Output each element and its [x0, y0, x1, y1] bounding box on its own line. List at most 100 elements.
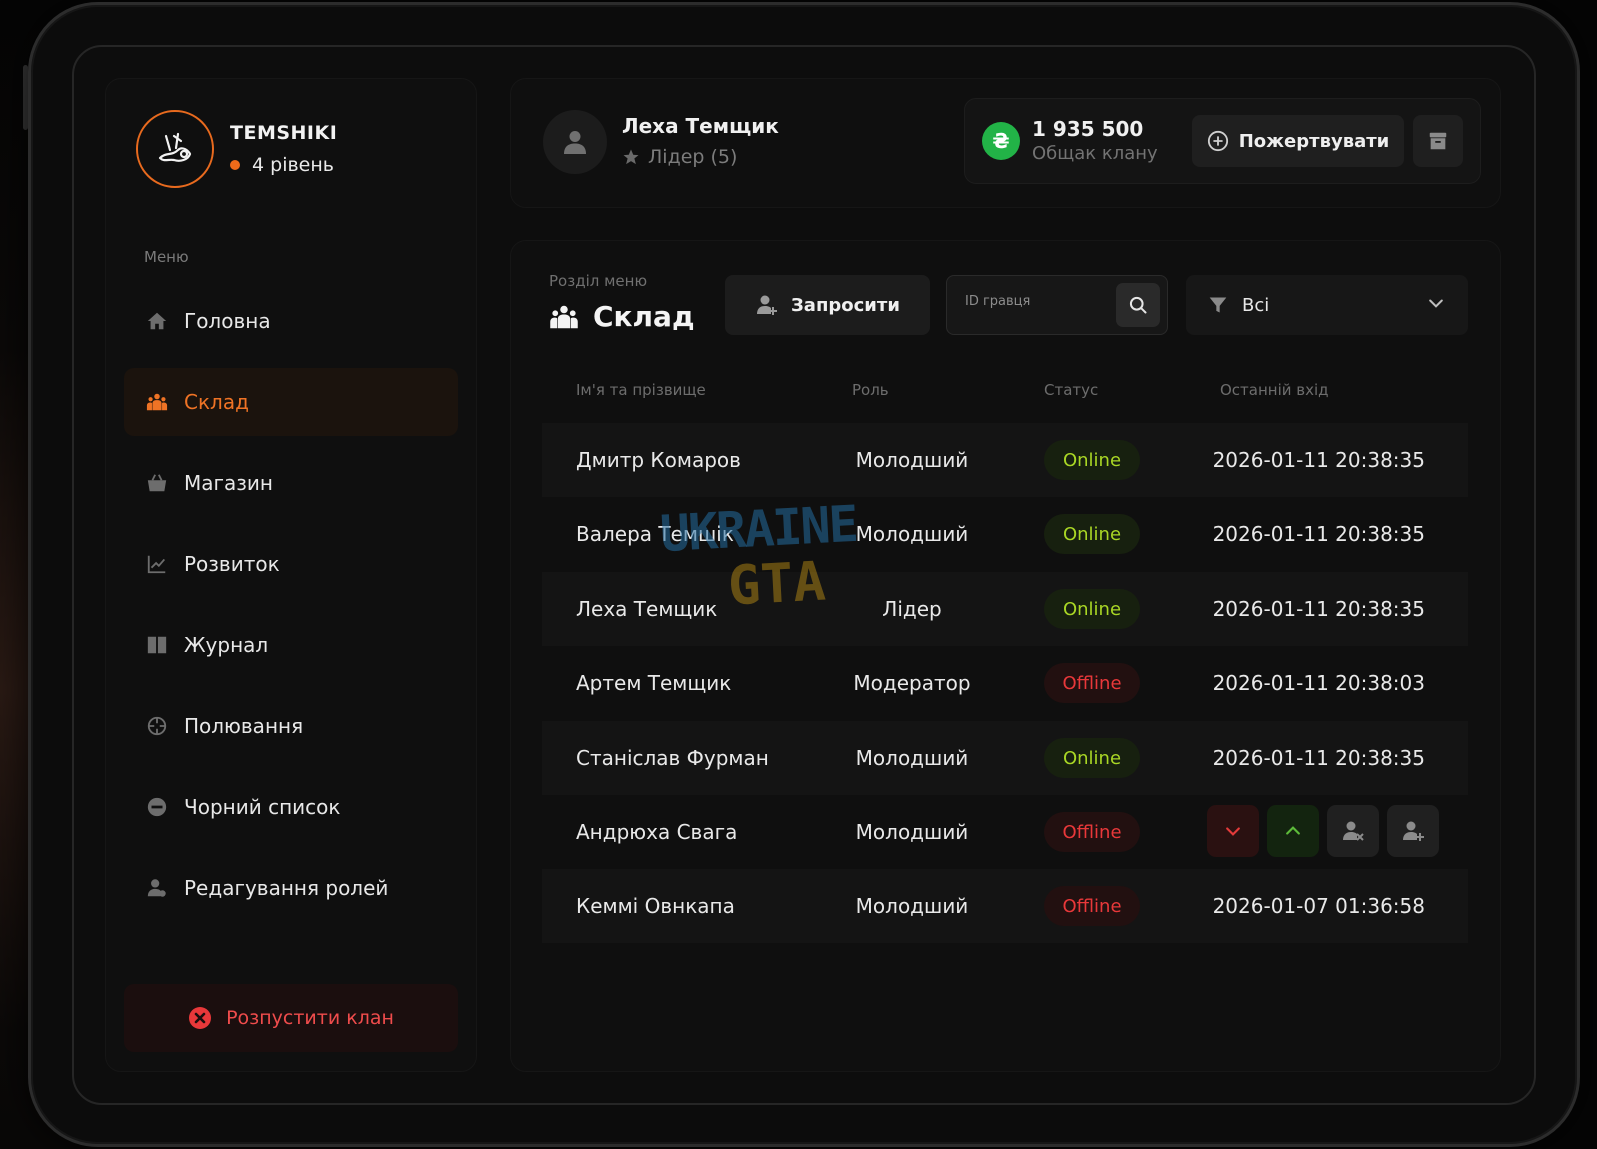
member-name: Андрюха Свага [576, 820, 738, 844]
member-name: Валера Темшік [576, 522, 734, 546]
sidebar-item-roles[interactable]: Редагування ролей [124, 854, 458, 922]
sidebar-item-label: Головна [184, 309, 271, 333]
page-title-text: Склад [593, 300, 695, 333]
member-role: Молодший [855, 894, 969, 918]
sidebar-item-warehouse[interactable]: Склад [124, 368, 458, 436]
sidebar-item-label: Розвиток [184, 552, 280, 576]
last-login: 2026-01-11 20:38:35 [1212, 597, 1425, 621]
page-title: Склад [549, 300, 695, 333]
kick-member-button[interactable] [1327, 805, 1379, 857]
star-icon [623, 149, 639, 165]
member-role: Молодший [855, 746, 969, 770]
plus-circle-icon [1207, 130, 1228, 152]
member-role: Лідер [882, 597, 942, 621]
member-name: Кеммі Овнкапа [576, 894, 735, 918]
people-icon [550, 305, 578, 328]
last-login: 2026-01-11 20:38:35 [1212, 448, 1425, 472]
level-dot [230, 160, 240, 170]
member-role: Молодший [855, 522, 969, 546]
sidebar-item-blacklist[interactable]: Чорний список [124, 773, 458, 841]
invite-label: Запросити [791, 294, 900, 316]
member-role: Модератор [853, 671, 971, 695]
clan-level: 4 рівень [230, 154, 334, 176]
bank-caption: Общак клану [1032, 143, 1158, 164]
remove-user-icon [1343, 821, 1364, 841]
sidebar-item-label: Магазин [184, 471, 273, 495]
home-icon [146, 310, 168, 332]
add-user-icon [757, 295, 778, 315]
archive-button[interactable] [1413, 115, 1463, 167]
disband-clan-button[interactable]: Розпустити клан [124, 984, 458, 1052]
last-login: 2026-01-11 20:38:35 [1212, 522, 1425, 546]
avatar [543, 110, 607, 174]
member-name: Станіслав Фурман [576, 746, 769, 770]
sidebar-item-journal[interactable]: Журнал [124, 611, 458, 679]
search-button[interactable] [1116, 283, 1160, 327]
member-role: Молодший [855, 448, 969, 472]
donate-button[interactable]: Пожертвувати [1192, 115, 1404, 167]
status-badge: Online [1044, 440, 1140, 480]
filter-icon [1209, 297, 1227, 313]
table-row[interactable]: Дмитр Комаров Молодший Online 2026-01-11… [542, 423, 1468, 497]
sidebar-item-label: Полювання [184, 714, 304, 738]
add-member-button[interactable] [1387, 805, 1439, 857]
archive-icon [1429, 132, 1447, 150]
member-name: Леха Темщик [576, 597, 718, 621]
last-login: 2026-01-11 20:38:35 [1212, 746, 1425, 770]
last-login: 2026-01-07 01:36:58 [1212, 894, 1425, 918]
column-header-last-login: Останній вхід [1220, 381, 1329, 399]
chevron-down-icon [1226, 827, 1240, 836]
status-badge: Online [1044, 514, 1140, 554]
member-name: Артем Темщик [576, 671, 732, 695]
chevron-down-icon [1426, 293, 1446, 318]
sidebar-item-label: Журнал [184, 633, 269, 657]
search-icon [1129, 296, 1147, 314]
last-login: 2026-01-11 20:38:03 [1212, 671, 1425, 695]
menu-caption: Меню [144, 248, 189, 266]
sidebar-item-home[interactable]: Головна [124, 287, 458, 355]
column-header-name: Ім'я та прізвище [576, 381, 706, 399]
user-name: Леха Темщик [622, 114, 779, 138]
promote-button[interactable] [1267, 805, 1319, 857]
demote-button[interactable] [1207, 805, 1259, 857]
filter-value: Всі [1242, 294, 1270, 316]
sidebar-item-label: Редагування ролей [184, 876, 389, 900]
table-row[interactable]: Леха Темщик Лідер Online 2026-01-11 20:3… [542, 572, 1468, 646]
clan-name: TEMSHIKI [230, 122, 338, 144]
sidebar-item-development[interactable]: Розвиток [124, 530, 458, 598]
sidebar-item-label: Склад [184, 390, 249, 414]
hryvnia-icon: ₴ [982, 122, 1020, 160]
book-icon [146, 634, 168, 656]
search-input[interactable] [965, 294, 1105, 309]
chart-icon [146, 553, 168, 575]
clan-logo-icon [158, 132, 192, 162]
user-role-text: Лідер (5) [648, 146, 738, 168]
sidebar-item-shop[interactable]: Магазин [124, 449, 458, 517]
donate-label: Пожертвувати [1238, 130, 1390, 152]
crosshair-icon [146, 715, 168, 737]
table-row[interactable]: Станіслав Фурман Молодший Online 2026-01… [542, 721, 1468, 795]
sidebar-item-hunting[interactable]: Полювання [124, 692, 458, 760]
status-badge: Offline [1044, 663, 1140, 703]
user-role: Лідер (5) [622, 146, 737, 168]
column-header-role: Роль [852, 381, 889, 399]
invite-button[interactable]: Запросити [725, 275, 930, 335]
table-row[interactable]: Артем Темщик Модератор Offline 2026-01-1… [542, 646, 1468, 720]
table-row[interactable]: Андрюха Свага Молодший Offline [542, 795, 1468, 869]
section-caption: Розділ меню [549, 272, 648, 290]
clan-level-text: 4 рівень [252, 154, 334, 176]
bank-amount: 1 935 500 [1032, 117, 1144, 141]
table-row[interactable]: Валера Темшік Молодший Online 2026-01-11… [542, 497, 1468, 571]
status-badge: Online [1044, 738, 1140, 778]
add-user-icon [1403, 821, 1424, 841]
table-row[interactable]: Кеммі Овнкапа Молодший Offline 2026-01-0… [542, 869, 1468, 943]
block-icon [146, 796, 168, 818]
sidebar-item-label: Чорний список [184, 795, 341, 819]
role-filter-select[interactable]: Всі [1186, 275, 1468, 335]
close-circle-icon [189, 1007, 212, 1029]
status-badge: Offline [1044, 886, 1140, 926]
user-avatar-icon [564, 131, 586, 154]
status-badge: Online [1044, 589, 1140, 629]
player-id-search [946, 275, 1168, 335]
member-role: Молодший [855, 820, 969, 844]
